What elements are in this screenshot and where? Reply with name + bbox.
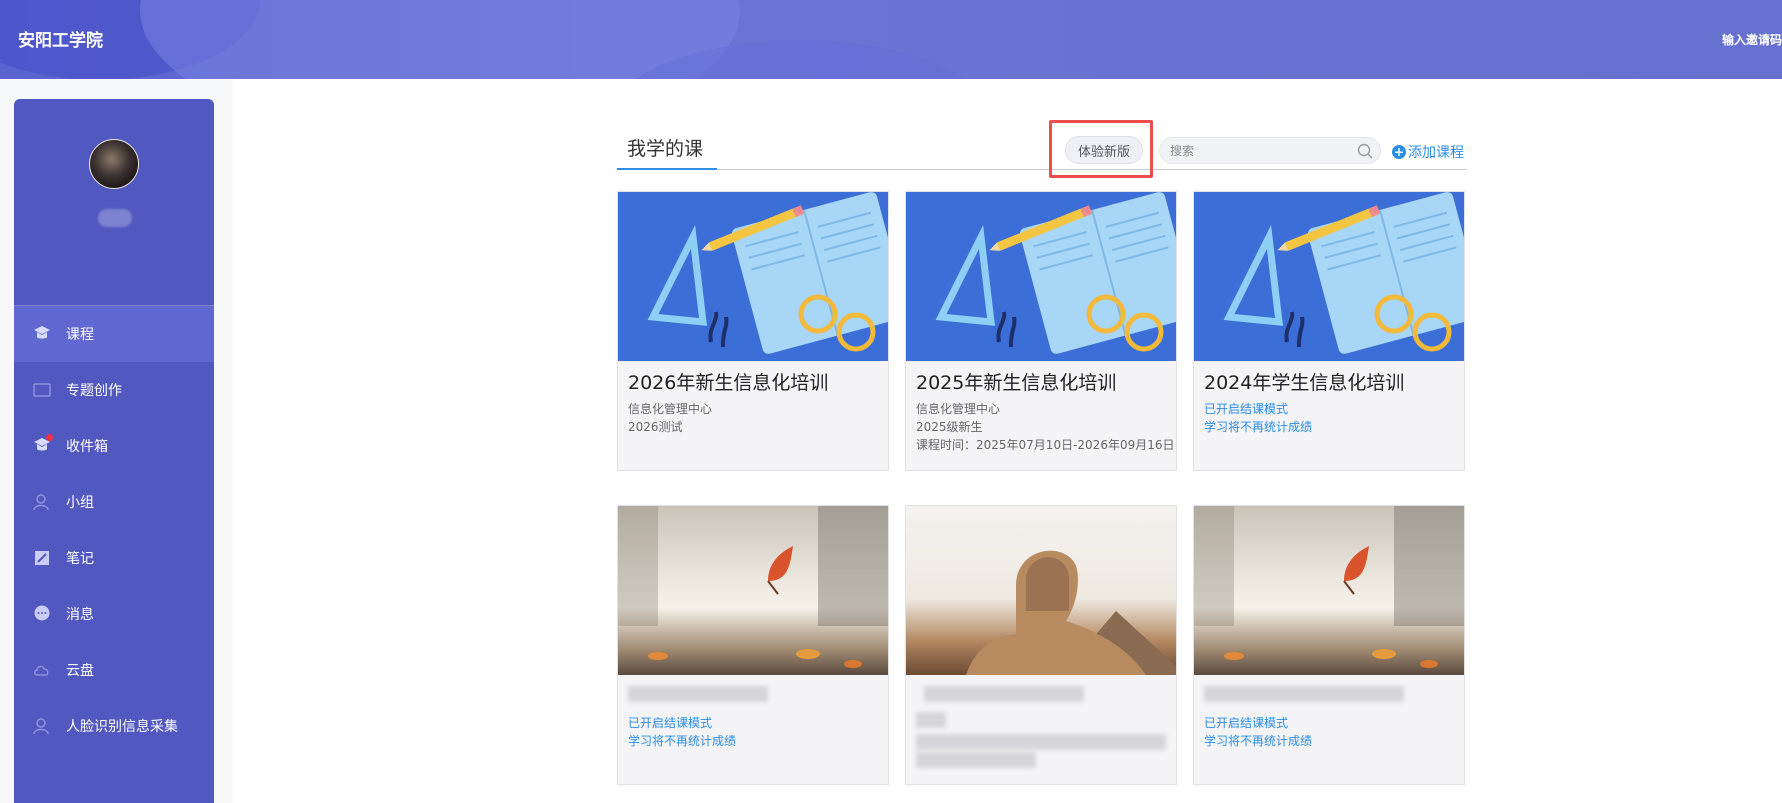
autumn-leaf-icon: [618, 506, 888, 668]
course-status: 已开启结课模式: [1204, 716, 1289, 730]
course-status-note: 学习将不再统计成绩: [1204, 734, 1313, 748]
sidebar-item-group[interactable]: 小组: [14, 474, 214, 530]
course-card[interactable]: 2024年学生信息化培训 已开启结课模式 学习将不再统计成绩: [1193, 191, 1465, 471]
sidebar-item-inbox[interactable]: 收件箱: [14, 418, 214, 474]
try-new-version-button[interactable]: 体验新版: [1065, 136, 1143, 164]
avatar[interactable]: [89, 139, 139, 189]
course-time: 课程时间：2025年07月10日-2026年09月16日: [916, 438, 1175, 452]
blurred-course-title: [1204, 686, 1404, 702]
sidebar-item-note[interactable]: 笔记: [14, 530, 214, 586]
sidebar-nav: 课程 专题创作 收件箱 小组 笔记 消息 云盘 人脸识别信息采集: [14, 306, 214, 754]
search-input[interactable]: [1168, 141, 1348, 161]
search-icon[interactable]: [1356, 142, 1374, 160]
try-new-version-highlight: 体验新版: [1049, 120, 1153, 178]
sidebar-item-label: 课程: [66, 327, 94, 343]
course-teacher: 信息化管理中心: [628, 402, 713, 416]
book-illustration-icon: [935, 192, 1176, 354]
course-cover-image[interactable]: [906, 192, 1176, 361]
course-title[interactable]: 2025年新生信息化培训: [916, 368, 1116, 395]
blurred-course-title: [924, 686, 1084, 702]
blurred-course-info: [916, 752, 1036, 768]
course-cover-image[interactable]: [1194, 506, 1464, 675]
course-class: 2025级新生: [916, 420, 983, 434]
username-blurred: [98, 209, 132, 227]
book-illustration-icon: [1223, 192, 1464, 354]
sidebar-item-topic[interactable]: 专题创作: [14, 362, 214, 418]
sidebar-item-course[interactable]: 课程: [14, 306, 214, 362]
sidebar-item-label: 小组: [66, 495, 94, 511]
course-icon: [32, 324, 52, 344]
face-icon: [32, 716, 52, 736]
course-cover-image[interactable]: [906, 506, 1176, 675]
sidebar-item-face[interactable]: 人脸识别信息采集: [14, 698, 214, 754]
invite-code-link[interactable]: 输入邀请码: [1722, 31, 1782, 48]
course-card[interactable]: 已开启结课模式 学习将不再统计成绩: [617, 505, 889, 785]
course-card[interactable]: [905, 505, 1177, 785]
school-name: 安阳工学院: [18, 31, 103, 51]
sidebar-item-label: 专题创作: [66, 383, 122, 399]
plus-circle-icon: +: [1392, 145, 1406, 159]
sidebar-item-label: 收件箱: [66, 439, 108, 455]
cloud-icon: [32, 660, 52, 680]
note-icon: [32, 548, 52, 568]
course-status-note: 学习将不再统计成绩: [1204, 420, 1313, 434]
tab-my-courses[interactable]: 我学的课: [617, 134, 717, 170]
course-card[interactable]: 2026年新生信息化培训 信息化管理中心 2026测试: [617, 191, 889, 471]
add-course-button[interactable]: + 添加课程: [1392, 142, 1464, 162]
course-class: 2026测试: [628, 420, 683, 434]
topic-icon: [32, 380, 52, 400]
course-cover-image[interactable]: [618, 506, 888, 675]
sidebar-item-label: 消息: [66, 607, 94, 623]
autumn-leaf-icon: [1194, 506, 1464, 668]
inbox-icon: [32, 434, 53, 456]
sidebar-item-cloud[interactable]: 云盘: [14, 642, 214, 698]
group-icon: [32, 492, 52, 512]
course-cover-image[interactable]: [618, 192, 888, 361]
add-course-label: 添加课程: [1408, 145, 1464, 161]
sphinx-icon: [966, 550, 1176, 675]
blurred-course-teacher: [916, 712, 946, 728]
book-illustration-icon: [647, 192, 888, 354]
course-title[interactable]: 2024年学生信息化培训: [1204, 368, 1404, 395]
message-icon: [32, 604, 52, 624]
course-title[interactable]: 2026年新生信息化培训: [628, 368, 828, 395]
sidebar-item-message[interactable]: 消息: [14, 586, 214, 642]
sidebar-item-label: 人脸识别信息采集: [66, 719, 178, 735]
sidebar-item-label: 笔记: [66, 551, 94, 567]
course-teacher: 信息化管理中心: [916, 402, 1001, 416]
course-cover-image[interactable]: [1194, 192, 1464, 361]
sidebar-item-label: 云盘: [66, 663, 94, 679]
course-status: 已开启结课模式: [628, 716, 713, 730]
blurred-course-info: [916, 734, 1166, 750]
top-header: 安阳工学院 输入邀请码: [0, 0, 1782, 79]
search-box: [1159, 137, 1381, 164]
course-card[interactable]: 已开启结课模式 学习将不再统计成绩: [1193, 505, 1465, 785]
unread-badge: [46, 434, 53, 441]
course-status-note: 学习将不再统计成绩: [628, 734, 737, 748]
sidebar: 课程 专题创作 收件箱 小组 笔记 消息 云盘 人脸识别信息采集: [14, 99, 214, 803]
blurred-course-title: [628, 686, 768, 702]
course-card[interactable]: 2025年新生信息化培训 信息化管理中心 2025级新生 课程时间：2025年0…: [905, 191, 1177, 471]
header-decoration: [140, 0, 740, 79]
course-status: 已开启结课模式: [1204, 402, 1289, 416]
